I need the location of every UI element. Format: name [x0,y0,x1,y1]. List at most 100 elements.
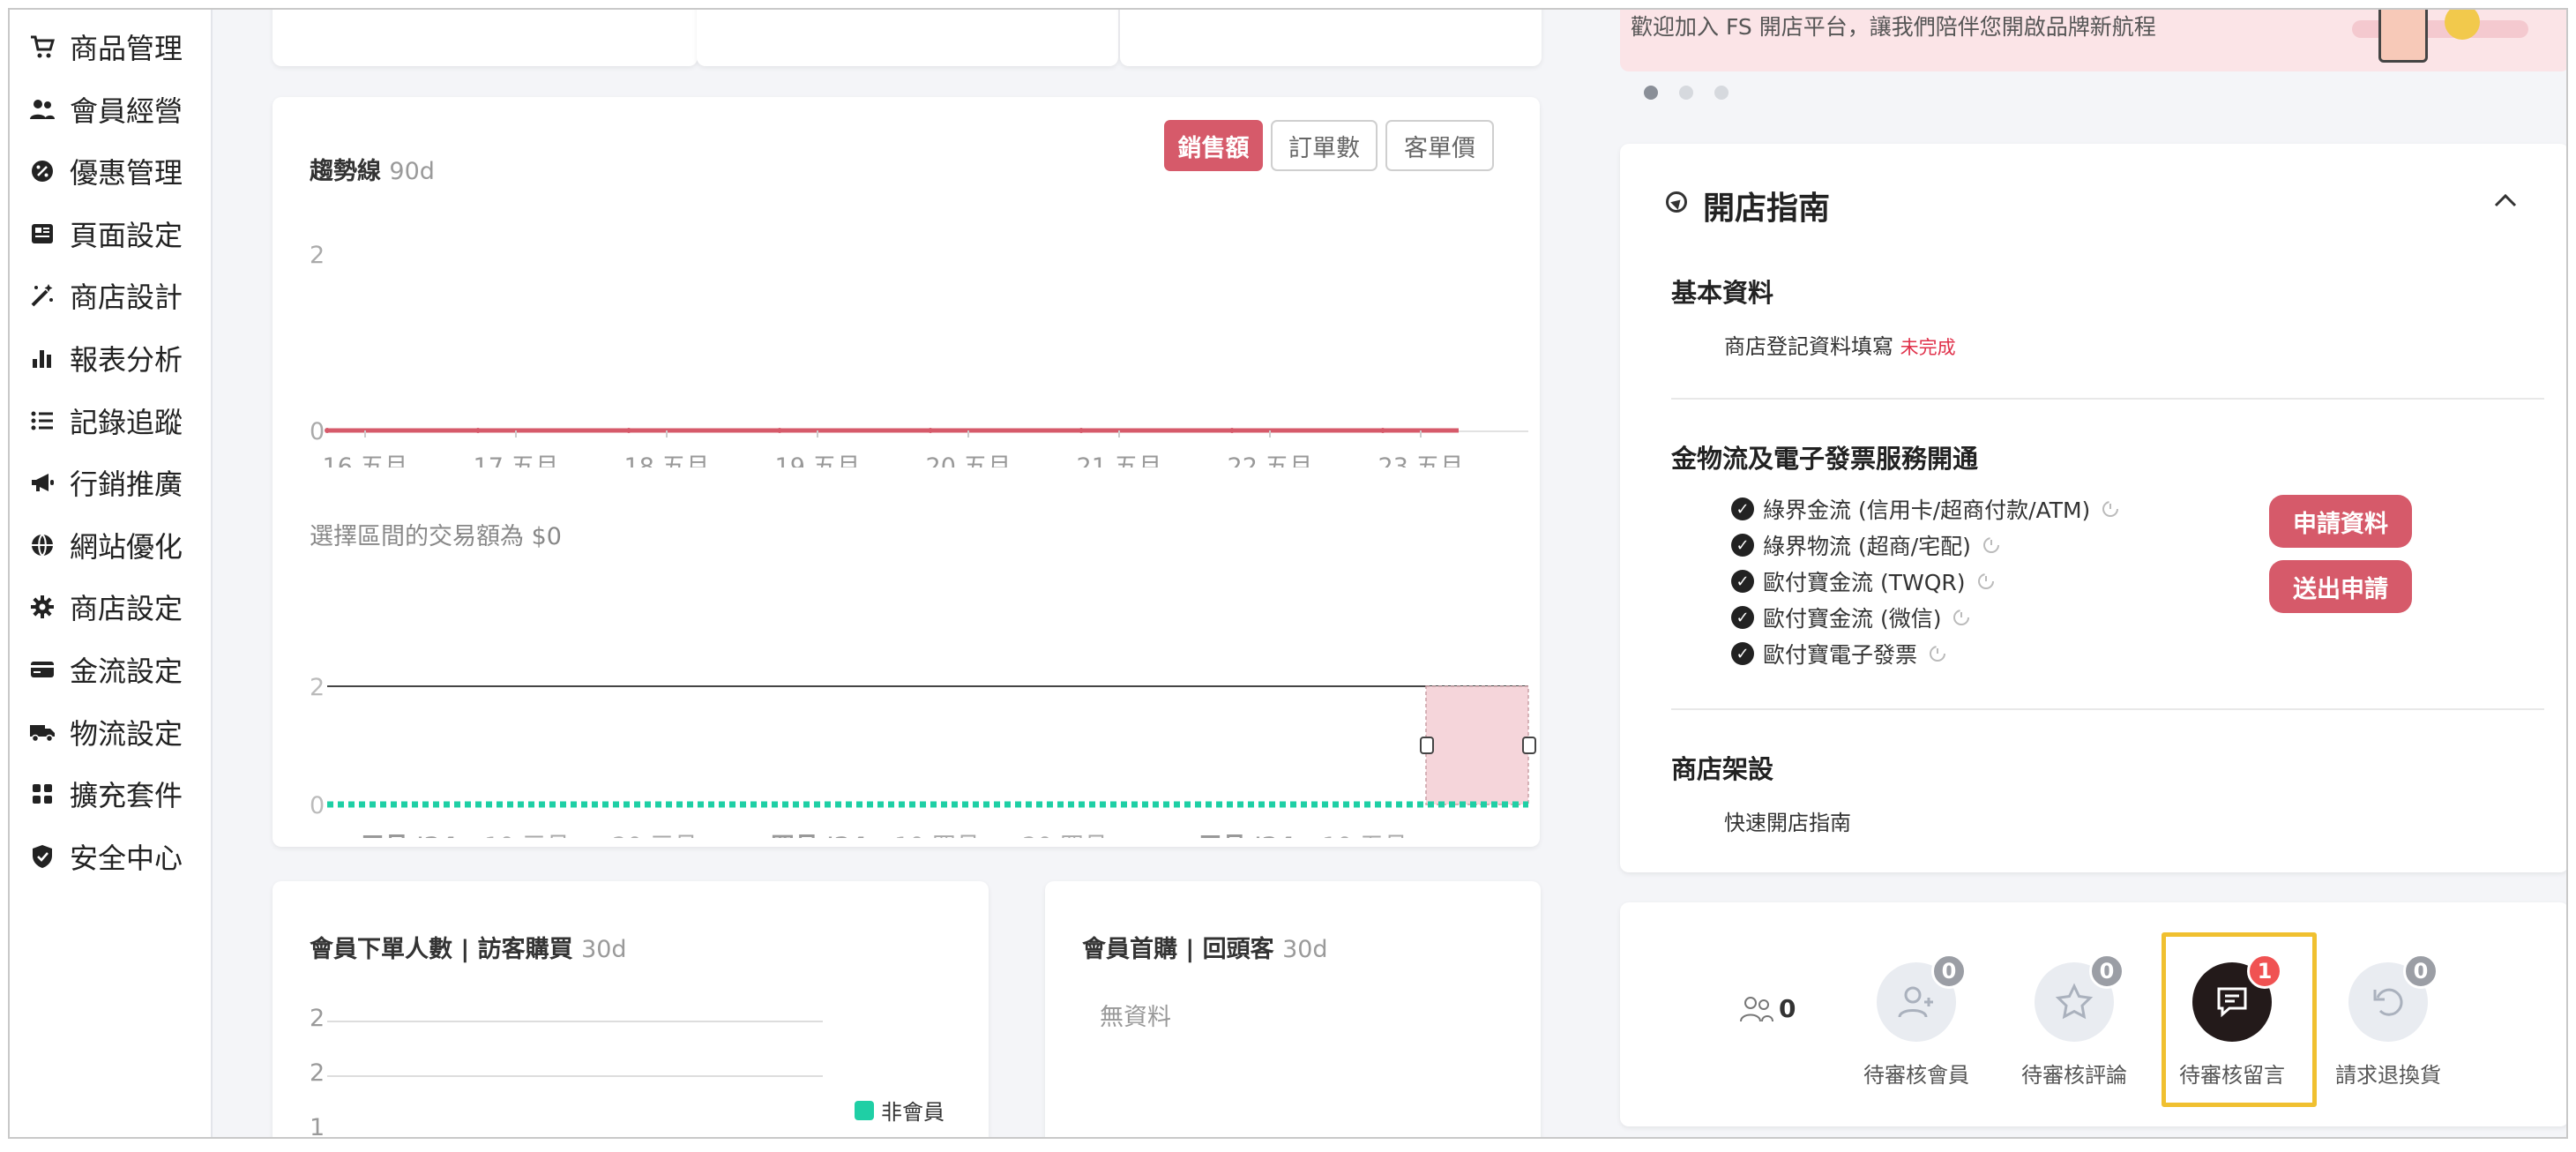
sidebar-item-label: 行銷推廣 [70,468,183,502]
magic-wand-icon [27,281,57,310]
sidebar-item-label: 商店設計 [70,281,183,315]
welcome-banner[interactable]: 歡迎加入 FS 開店平台，讓我們陪伴您開啟品牌新航程 [1620,10,2566,71]
sidebar-item-label: 優惠管理 [70,156,183,191]
users-outline-icon [1740,996,1773,1021]
service-item: ✓ 歐付寶電子發票 [1731,638,1947,670]
sidebar-item[interactable]: 金流設定 [27,646,183,693]
sidebar-item-label: 商品管理 [70,32,183,65]
highlight-box [2162,932,2317,1107]
pending-icon [1982,537,1999,553]
sidebar-item-label: 網站優化 [70,529,183,564]
sidebar-item[interactable]: 頁面設定 [27,210,183,258]
data-point [1079,428,1084,433]
guide-item-store-registration[interactable]: 商店登記資料填寫 未完成 [1724,329,1956,360]
y-tick-label: 2 [310,242,325,269]
carousel-dot[interactable] [1679,86,1693,100]
x-tick-label: 18 五月 [624,453,710,468]
x-tick-label: 21 五月 [1077,453,1162,468]
x-tick-label: 22 五月 [1228,453,1313,468]
undo-icon: 0 [2348,954,2438,1042]
quick-action-label: 請求退換貨 [2335,1063,2441,1088]
selection-window[interactable] [1425,685,1529,805]
grid-icon [27,779,57,809]
x-tick-label: 23 五月 [1378,453,1464,468]
x-tick-label: 10 四月 [894,833,980,838]
service-label: 歐付寶電子發票 [1763,642,1918,668]
sidebar-item[interactable]: 安全中心 [27,833,183,880]
quick-setup-guide-link[interactable]: 快速開店指南 [1724,805,1851,836]
member-orders-card: 會員下單人數 | 訪客購買 30d 2 2 1 非會員 會員 [273,881,989,1137]
service-label: 綠界金流 (信用卡/超商付款/ATM) [1763,497,2091,523]
submit-application-button[interactable]: 送出申請 [2269,560,2412,613]
apply-data-button[interactable]: 申請資料 [2269,495,2412,548]
pending-icon [1977,573,1994,589]
online-count: 0 [1779,994,1796,1023]
sidebar-item[interactable]: 物流設定 [27,708,183,756]
sidebar-item[interactable]: 網站優化 [27,521,183,569]
range-handle-left[interactable] [1420,737,1434,754]
check-circle-icon: ✓ [1731,497,1754,520]
sidebar-item[interactable]: 擴充套件 [27,770,183,818]
data-point [777,428,782,433]
service-label: 歐付寶金流 (微信) [1763,606,1942,632]
x-tick-label: 四月 '24 [771,833,867,838]
sidebar-item-label: 物流設定 [70,716,183,751]
shield-icon [27,842,57,871]
carousel-dot[interactable] [1714,86,1729,100]
x-tick-label: 19 五月 [775,453,861,468]
service-item: ✓ 綠界金流 (信用卡/超商付款/ATM) [1731,493,2120,525]
pending-icon [1953,610,1970,625]
carousel-dot-active[interactable] [1644,86,1658,100]
x-tick-label: 10 三月 [484,833,570,838]
sidebar-item[interactable]: 商品管理 [27,23,183,71]
sidebar-item[interactable]: 優惠管理 [27,147,183,195]
data-point [1229,428,1235,433]
range-navigator-chart[interactable]: 2 0 三月 '24 10 三月 20 三月 四月 '24 10 四月 20 四月 五月 '24… [273,573,1540,838]
quick-action-4[interactable]: 0 請求退換貨 [2322,954,2454,1088]
quick-action-label: 待審核評論 [2021,1063,2127,1088]
quick-action-2[interactable]: 0 待審核評論 [2008,954,2140,1088]
data-point [928,428,933,433]
legend-non-member[interactable]: 非會員 [855,1095,945,1126]
pending-icon [1930,646,1946,662]
illustration-icon [2378,10,2428,63]
legend-member[interactable]: 會員 [855,1132,923,1137]
credit-card-icon [27,655,57,684]
quick-action-1[interactable]: 0 待審核會員 [1850,954,1982,1088]
chevron-up-icon[interactable] [2492,191,2519,209]
trend-line-chart: 2 0 16 五月 17 五月 18 五月 19 五月 20 五月 21 五月 22 五月 23 … [310,242,1528,468]
add-user-icon: 0 [1877,954,1967,1042]
first-purchase-card: 會員首購 | 回頭客 30d 無資料 [1045,881,1541,1137]
sidebar-item-label: 報表分析 [70,343,183,377]
sidebar-item[interactable]: 記錄追蹤 [27,397,183,445]
gridline [327,1075,823,1077]
x-tick-label: 五月 '24 [1198,833,1295,838]
check-circle-icon: ✓ [1731,642,1754,665]
status-incomplete: 未完成 [1900,337,1956,358]
sidebar-item[interactable]: 商店設計 [27,272,183,319]
count-badge: 0 [2089,954,2124,989]
legend-label: 會員 [881,1132,923,1137]
check-circle-icon: ✓ [1731,534,1754,557]
x-tick-label: 16 五月 [323,453,408,468]
sidebar-item[interactable]: 報表分析 [27,334,183,382]
data-point [325,428,330,433]
range-handle-right[interactable] [1522,737,1536,754]
y-tick-label: 0 [310,418,325,445]
gear-icon [27,592,57,622]
count-badge: 0 [1931,954,1967,989]
y-tick: 2 [310,1059,325,1087]
stat-card-1 [273,10,698,66]
sidebar-item-label: 金流設定 [70,655,183,688]
trend-card: 趨勢線 90d 銷售額 訂單數 客單價 2 0 16 五月 17 五月 18 五月 19 … [273,97,1540,847]
sidebar-item[interactable]: 會員經營 [27,86,183,133]
sidebar-item-label: 擴充套件 [70,779,183,813]
data-point [626,428,631,433]
x-tick-label: 20 五月 [926,453,1012,468]
gridline [327,1021,823,1022]
service-item: ✓ 綠界物流 (超商/宅配) [1731,529,2001,561]
sidebar-item[interactable]: 商店設定 [27,583,183,631]
banner-text: 歡迎加入 FS 開店平台，讓我們陪伴您開啟品牌新航程 [1631,14,2156,40]
x-tick-label: 三月 '24 [361,833,457,838]
sidebar-item[interactable]: 行銷推廣 [27,459,183,506]
